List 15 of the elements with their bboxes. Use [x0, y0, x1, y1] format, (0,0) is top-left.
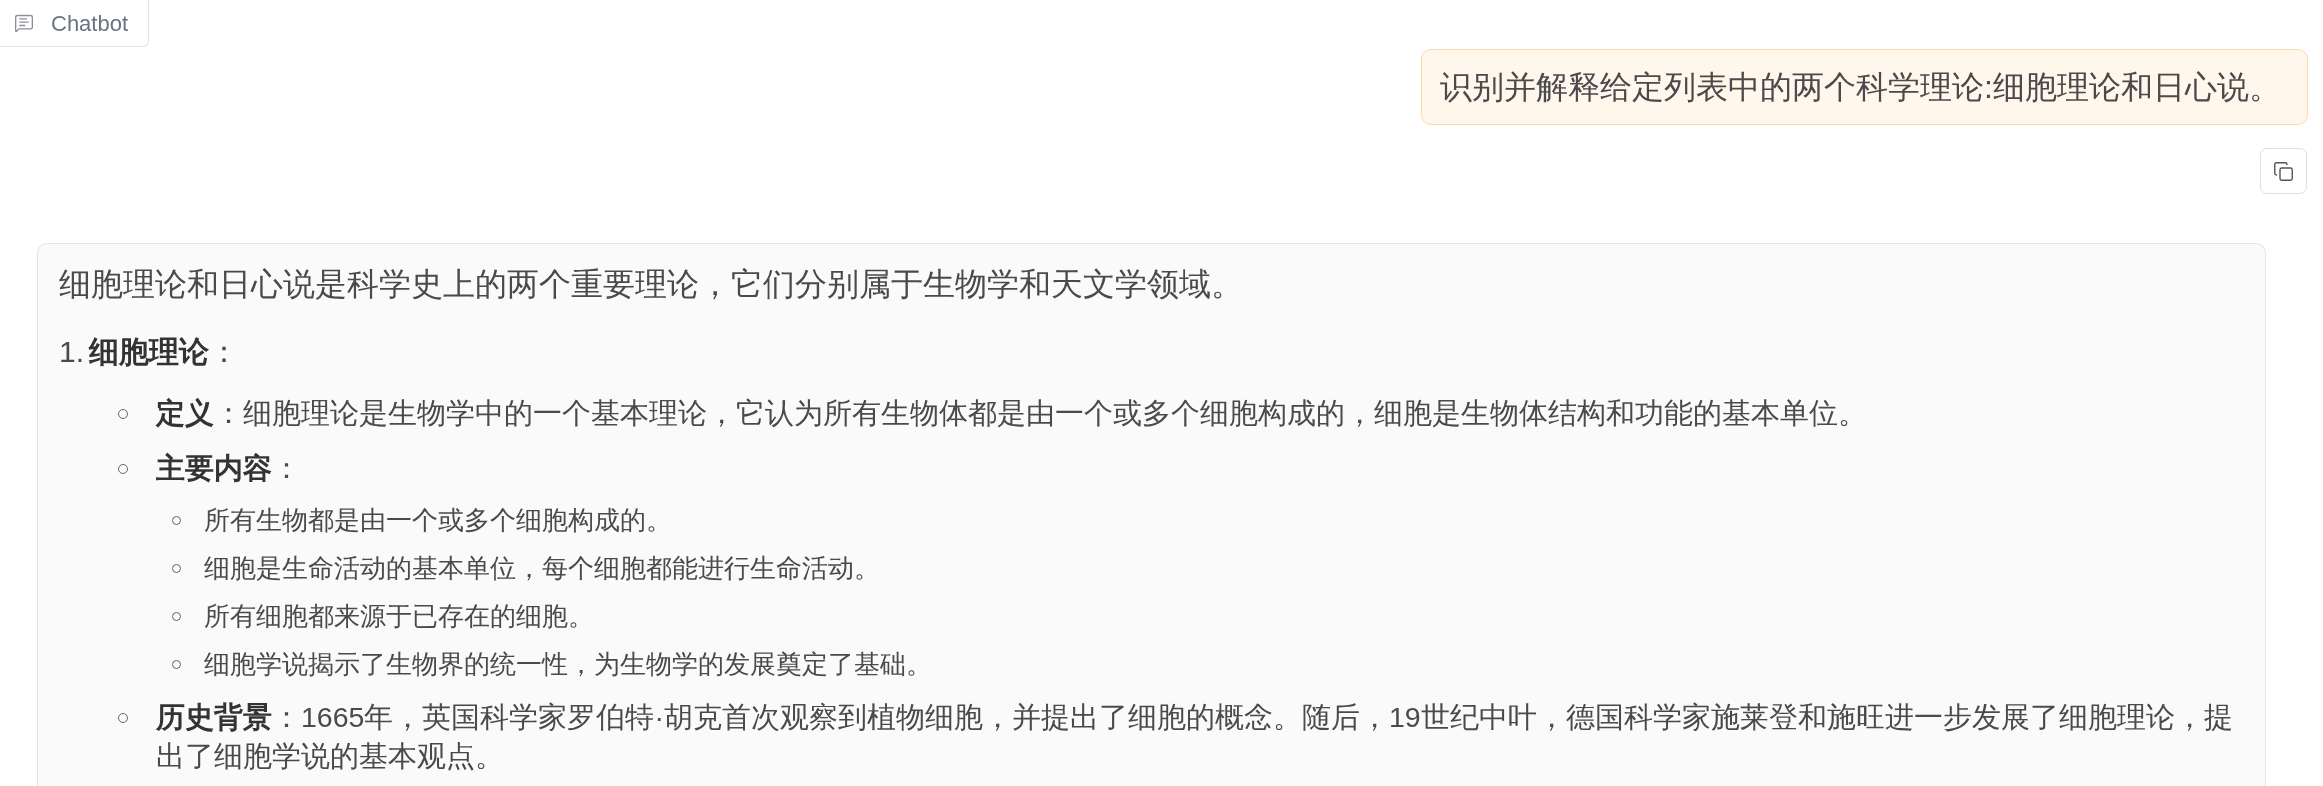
list-item-text: 所有细胞都来源于已存在的细胞。: [204, 600, 594, 633]
list-number: 1.: [59, 335, 85, 368]
list-item-text: 定义：细胞理论是生物学中的一个基本理论，它认为所有生物体都是由一个或多个细胞构成的，细胞是生物体结构和功能的基本单位。: [156, 396, 1867, 431]
user-message-bubble: 识别并解释给定列表中的两个科学理论:细胞理论和日心说。: [1421, 49, 2308, 125]
list-item-text: 细胞是生命活动的基本单位，每个细胞都能进行生命活动。: [204, 552, 880, 585]
list-item-text: 历史背景：1665年，英国科学家罗伯特·胡克首次观察到植物细胞，并提出了细胞的概念。随后，19世纪中叶，德国科学家施莱登和施旺进一步发展了细胞理论，提出了细胞学说的基本观点。: [156, 700, 2234, 774]
chat-bubble-icon: [14, 13, 34, 33]
list-item-text: 主要内容：: [156, 451, 301, 486]
copy-icon: [2273, 160, 2294, 182]
chatbot-title: Chatbot: [51, 9, 129, 38]
copy-button[interactable]: [2260, 148, 2307, 194]
intro-paragraph: 细胞理论和日心说是科学史上的两个重要理论，它们分别属于生物学和天文学领域。: [59, 265, 1244, 304]
list-item-text: 所有生物都是由一个或多个细胞构成的。: [204, 504, 672, 537]
list-item-text: 细胞学说揭示了生物界的统一性，为生物学的发展奠定了基础。: [204, 648, 932, 681]
section-heading: 细胞理论：: [89, 335, 240, 368]
